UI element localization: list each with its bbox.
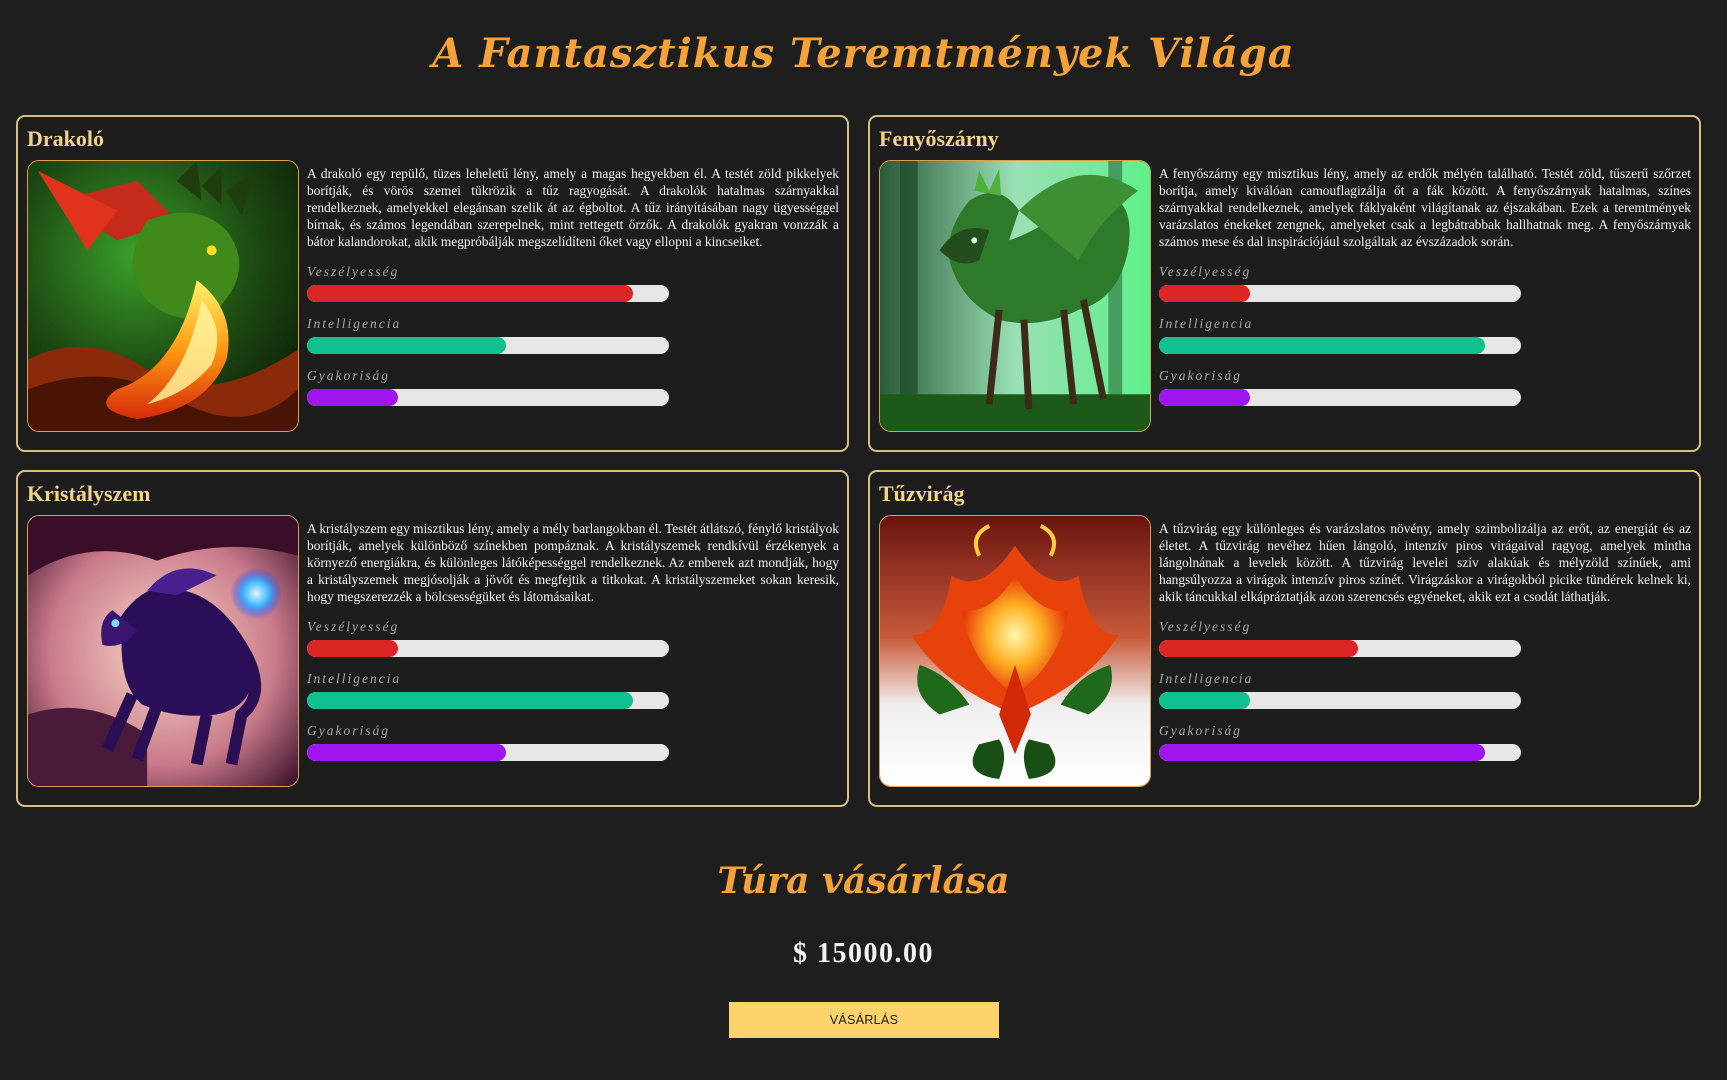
creature-name: Fenyőszárny [879,126,999,151]
page-title: A Fantasztikus Teremtmények Világa [432,30,1295,77]
frequency-bar [307,389,669,406]
intelligence-bar-fill [307,692,633,709]
stat-label: Veszélyesség [307,619,400,634]
frequency-bar-fill [307,389,398,406]
intelligence-bar-fill [307,337,507,354]
danger-bar [1159,285,1521,302]
danger-bar-fill [1159,640,1359,657]
stat-label: Veszélyesség [307,264,400,279]
stat-danger: Veszélyesség [307,619,839,657]
frequency-bar [307,744,669,761]
stat-intelligence: Intelligencia [1159,316,1691,354]
stat-label: Intelligencia [307,671,402,686]
forest-creature-image [879,160,1151,432]
intelligence-bar [1159,337,1521,354]
tour-price: $ 15000.00 [793,938,934,969]
stat-label: Intelligencia [1159,316,1254,331]
stat-label: Gyakoriság [307,723,390,738]
creature-description: A fenyőszárny egy misztikus lény, amely … [1159,166,1691,249]
danger-bar [307,640,669,657]
buy-button[interactable]: VÁSÁRLÁS [729,1002,999,1038]
danger-bar [307,285,669,302]
stat-label: Intelligencia [307,316,402,331]
stat-label: Gyakoriság [1159,723,1242,738]
creature-card-tuzvirag: Tűzvirág A tűzvirág egy különleges és va… [868,470,1701,807]
creature-description: A tűzvirág egy különleges és varázslatos… [1159,521,1691,604]
frequency-bar-fill [307,744,507,761]
stat-label: Veszélyesség [1159,264,1252,279]
creature-card-fenyoszarny: Fenyőszárny A fenyőszárny egy misztikus … [868,115,1701,452]
danger-bar-fill [1159,285,1250,302]
danger-bar-fill [307,285,633,302]
stat-danger: Veszélyesség [307,264,839,302]
creature-name: Drakoló [27,126,104,151]
stat-label: Intelligencia [1159,671,1254,686]
intelligence-bar [1159,692,1521,709]
stat-danger: Veszélyesség [1159,619,1691,657]
danger-bar [1159,640,1521,657]
crystal-horse-image [27,515,299,787]
frequency-bar [1159,744,1521,761]
stat-frequency: Gyakoriság [307,723,839,761]
stat-frequency: Gyakoriság [307,368,839,406]
stat-label: Gyakoriság [1159,368,1242,383]
creature-card-drakolo: Drakoló A drakoló egy repülő, tüzes lehe… [16,115,849,452]
intelligence-bar-fill [1159,337,1485,354]
creature-description: A kristályszem egy misztikus lény, amely… [307,521,839,604]
intelligence-bar-fill [1159,692,1250,709]
intelligence-bar [307,692,669,709]
creature-card-kristalyszem: Kristályszem A kristályszem egy misztiku… [16,470,849,807]
stat-frequency: Gyakoriság [1159,723,1691,761]
fire-flower-image [879,515,1151,787]
stat-intelligence: Intelligencia [307,671,839,709]
intelligence-bar [307,337,669,354]
frequency-bar-fill [1159,389,1250,406]
stat-frequency: Gyakoriság [1159,368,1691,406]
danger-bar-fill [307,640,398,657]
creature-description: A drakoló egy repülő, tüzes leheletű lén… [307,166,839,249]
dragon-image [27,160,299,432]
frequency-bar-fill [1159,744,1485,761]
purchase-title: Túra vásárlása [717,860,1010,902]
stat-intelligence: Intelligencia [307,316,839,354]
creature-name: Kristályszem [27,481,151,506]
stat-label: Gyakoriság [307,368,390,383]
stat-intelligence: Intelligencia [1159,671,1691,709]
stat-label: Veszélyesség [1159,619,1252,634]
frequency-bar [1159,389,1521,406]
stat-danger: Veszélyesség [1159,264,1691,302]
creature-name: Tűzvirág [879,481,965,506]
